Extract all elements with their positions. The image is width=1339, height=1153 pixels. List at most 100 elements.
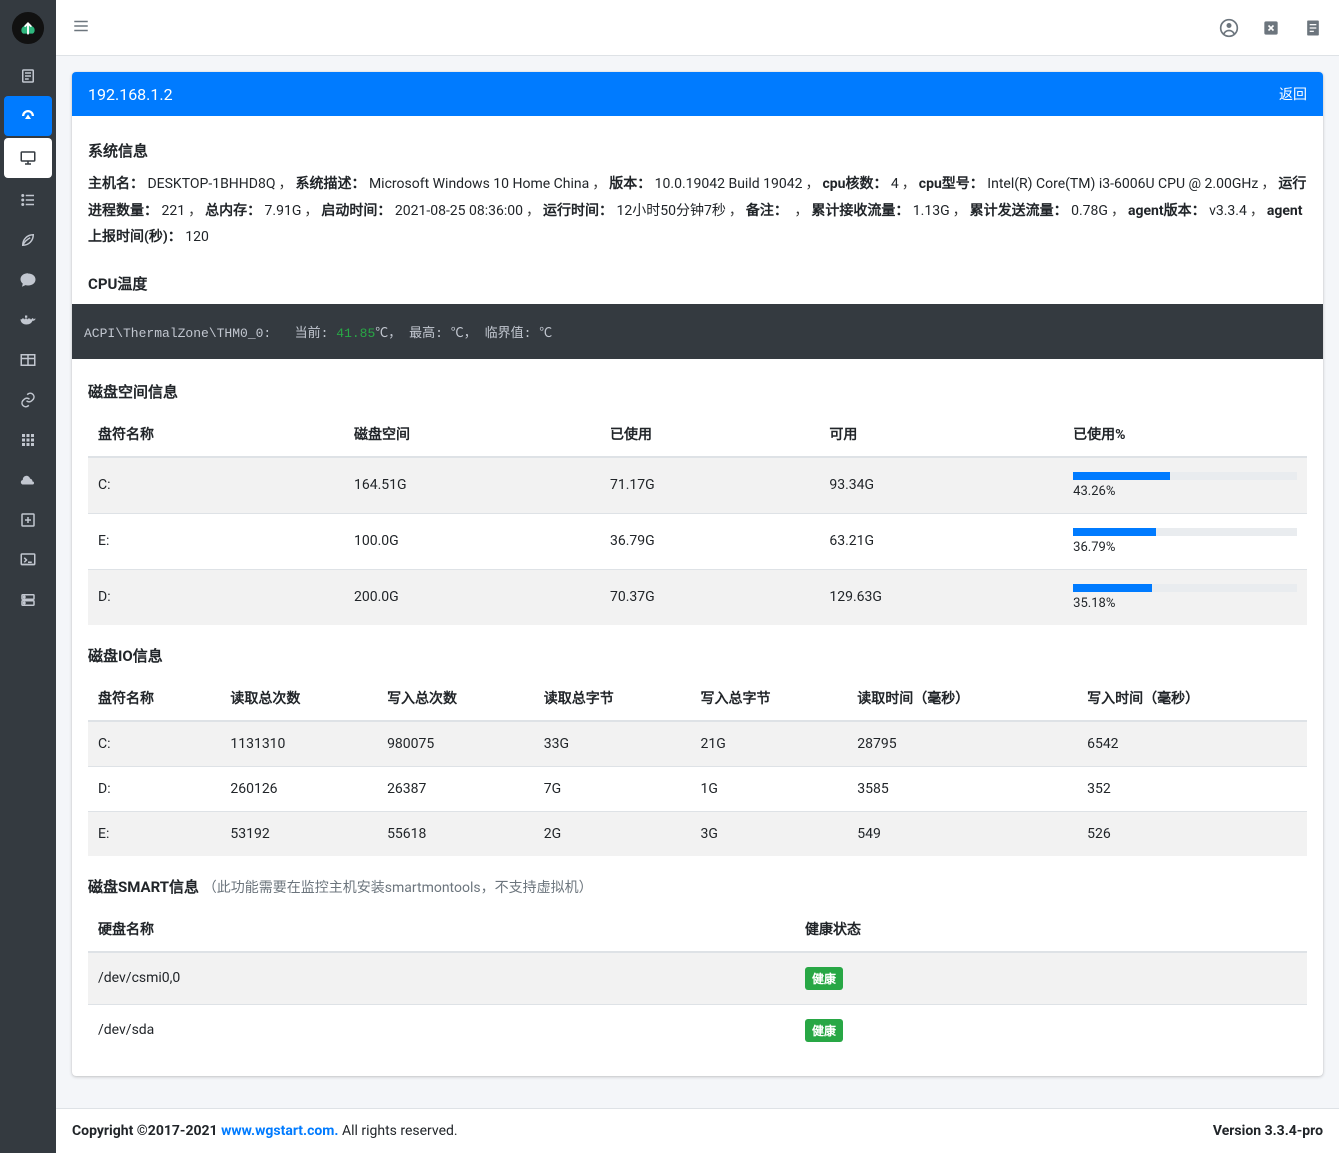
- disk-space-table: 盘符名称 磁盘空间 已使用 可用 已使用% C:164.51G71.17G93.…: [88, 412, 1307, 625]
- th-io-name: 盘符名称: [88, 676, 220, 721]
- th-io-rms: 读取时间（毫秒）: [847, 676, 1077, 721]
- cell-name: /dev/csmi0,0: [88, 952, 795, 1005]
- footer-copy: Copyright ©2017-2021: [72, 1123, 221, 1139]
- cell-wbytes: 1G: [691, 766, 848, 811]
- cell-avail: 93.34G: [819, 457, 1063, 514]
- temp-crit-unit: ℃: [539, 326, 552, 341]
- temp-now-unit: ℃，: [375, 326, 401, 341]
- section-diskspace-title: 磁盘空间信息: [88, 381, 1307, 402]
- section-smart-title: 磁盘SMART信息 （此功能需要在监控主机安装smartmontools，不支持…: [88, 876, 1307, 897]
- th-ds-name: 盘符名称: [88, 412, 344, 457]
- cell-name: D:: [88, 766, 220, 811]
- cell-status: 健康: [795, 1004, 1307, 1056]
- th-ds-avail: 可用: [819, 412, 1063, 457]
- footer: Copyright ©2017-2021 www.wgstart.com. Al…: [56, 1108, 1339, 1153]
- status-badge: 健康: [805, 967, 843, 990]
- back-link[interactable]: 返回: [1279, 84, 1307, 104]
- topbar: [56, 0, 1339, 56]
- cell-rbytes: 2G: [534, 811, 691, 856]
- th-io-wbytes: 写入总字节: [691, 676, 848, 721]
- disk-io-table: 盘符名称 读取总次数 写入总次数 读取总字节 写入总字节 读取时间（毫秒） 写入…: [88, 676, 1307, 856]
- cell-name: /dev/sda: [88, 1004, 795, 1056]
- nav-docker-icon[interactable]: [0, 300, 56, 340]
- table-row: /dev/sda 健康: [88, 1004, 1307, 1056]
- temp-crit-label: 临界值:: [485, 326, 532, 341]
- cell-pct: 35.18%: [1063, 569, 1307, 625]
- logo[interactable]: [0, 0, 56, 56]
- cell-writes: 980075: [377, 721, 534, 767]
- cell-used: 36.79G: [600, 513, 819, 569]
- nav-dashboard-icon[interactable]: [4, 96, 52, 136]
- nav-article-icon[interactable]: [0, 56, 56, 96]
- temp-max-unit: ℃，: [451, 326, 477, 341]
- cell-wms: 526: [1077, 811, 1307, 856]
- cell-rbytes: 33G: [534, 721, 691, 767]
- cell-avail: 63.21G: [819, 513, 1063, 569]
- nav-leaf-icon[interactable]: [0, 220, 56, 260]
- cell-rms: 549: [847, 811, 1077, 856]
- temp-now-label: 当前:: [295, 326, 329, 341]
- cell-reads: 1131310: [220, 721, 377, 767]
- cell-rms: 3585: [847, 766, 1077, 811]
- nav-plus-icon[interactable]: [0, 500, 56, 540]
- nav-link-icon[interactable]: [0, 380, 56, 420]
- sidebar: [0, 0, 56, 1153]
- section-cputemp-title: CPU温度: [88, 273, 1307, 294]
- cell-total: 164.51G: [344, 457, 600, 514]
- cell-total: 100.0G: [344, 513, 600, 569]
- nav-cloud-icon[interactable]: [0, 460, 56, 500]
- doc-icon[interactable]: [1303, 18, 1323, 38]
- section-diskio-title: 磁盘IO信息: [88, 645, 1307, 666]
- nav-grid-icon[interactable]: [0, 420, 56, 460]
- cell-name: E:: [88, 811, 220, 856]
- main-card: 192.168.1.2 返回 系统信息 主机名： DESKTOP-1BHHD8Q…: [72, 72, 1323, 1076]
- nav-chat-icon[interactable]: [0, 260, 56, 300]
- temp-max-label: 最高:: [409, 326, 443, 341]
- section-sysinfo-title: 系统信息: [88, 140, 1307, 161]
- cell-name: E:: [88, 513, 344, 569]
- temp-sensor: ACPI\ThermalZone\THM0_0:: [84, 326, 271, 341]
- cell-wbytes: 21G: [691, 721, 848, 767]
- close-icon[interactable]: [1261, 18, 1281, 38]
- cell-status: 健康: [795, 952, 1307, 1005]
- user-icon[interactable]: [1219, 18, 1239, 38]
- table-row: E:53192556182G3G549526: [88, 811, 1307, 856]
- th-ds-pct: 已使用%: [1063, 412, 1307, 457]
- cell-wbytes: 3G: [691, 811, 848, 856]
- cell-reads: 53192: [220, 811, 377, 856]
- footer-site-link[interactable]: www.wgstart.com.: [221, 1123, 338, 1139]
- cell-avail: 129.63G: [819, 569, 1063, 625]
- th-smart-name: 硬盘名称: [88, 907, 795, 952]
- footer-version: 3.3.4-pro: [1265, 1123, 1323, 1139]
- nav-terminal-icon[interactable]: [0, 540, 56, 580]
- temp-now-value: 41.85: [336, 326, 375, 341]
- card-header: 192.168.1.2 返回: [72, 72, 1323, 116]
- footer-version-label: Version: [1213, 1123, 1265, 1139]
- cell-used: 70.37G: [600, 569, 819, 625]
- ip-title: 192.168.1.2: [88, 85, 173, 104]
- cell-name: D:: [88, 569, 344, 625]
- status-badge: 健康: [805, 1019, 843, 1042]
- cell-writes: 26387: [377, 766, 534, 811]
- nav-table-icon[interactable]: [0, 340, 56, 380]
- table-row: /dev/csmi0,0 健康: [88, 952, 1307, 1005]
- th-io-rbytes: 读取总字节: [534, 676, 691, 721]
- smart-title-text: 磁盘SMART信息: [88, 878, 199, 896]
- th-ds-total: 磁盘空间: [344, 412, 600, 457]
- cell-writes: 55618: [377, 811, 534, 856]
- table-row: C:113131098007533G21G287956542: [88, 721, 1307, 767]
- nav-monitor-icon[interactable]: [4, 138, 52, 178]
- table-row: C:164.51G71.17G93.34G43.26%: [88, 457, 1307, 514]
- table-row: E:100.0G36.79G63.21G36.79%: [88, 513, 1307, 569]
- th-io-reads: 读取总次数: [220, 676, 377, 721]
- cell-used: 71.17G: [600, 457, 819, 514]
- cell-wms: 6542: [1077, 721, 1307, 767]
- nav-list-icon[interactable]: [0, 180, 56, 220]
- nav-server-icon[interactable]: [0, 580, 56, 620]
- cell-name: C:: [88, 721, 220, 767]
- hamburger-icon[interactable]: [72, 17, 90, 39]
- th-io-wms: 写入时间（毫秒）: [1077, 676, 1307, 721]
- th-io-writes: 写入总次数: [377, 676, 534, 721]
- th-ds-used: 已使用: [600, 412, 819, 457]
- smart-table: 硬盘名称 健康状态 /dev/csmi0,0健康/dev/sda健康: [88, 907, 1307, 1056]
